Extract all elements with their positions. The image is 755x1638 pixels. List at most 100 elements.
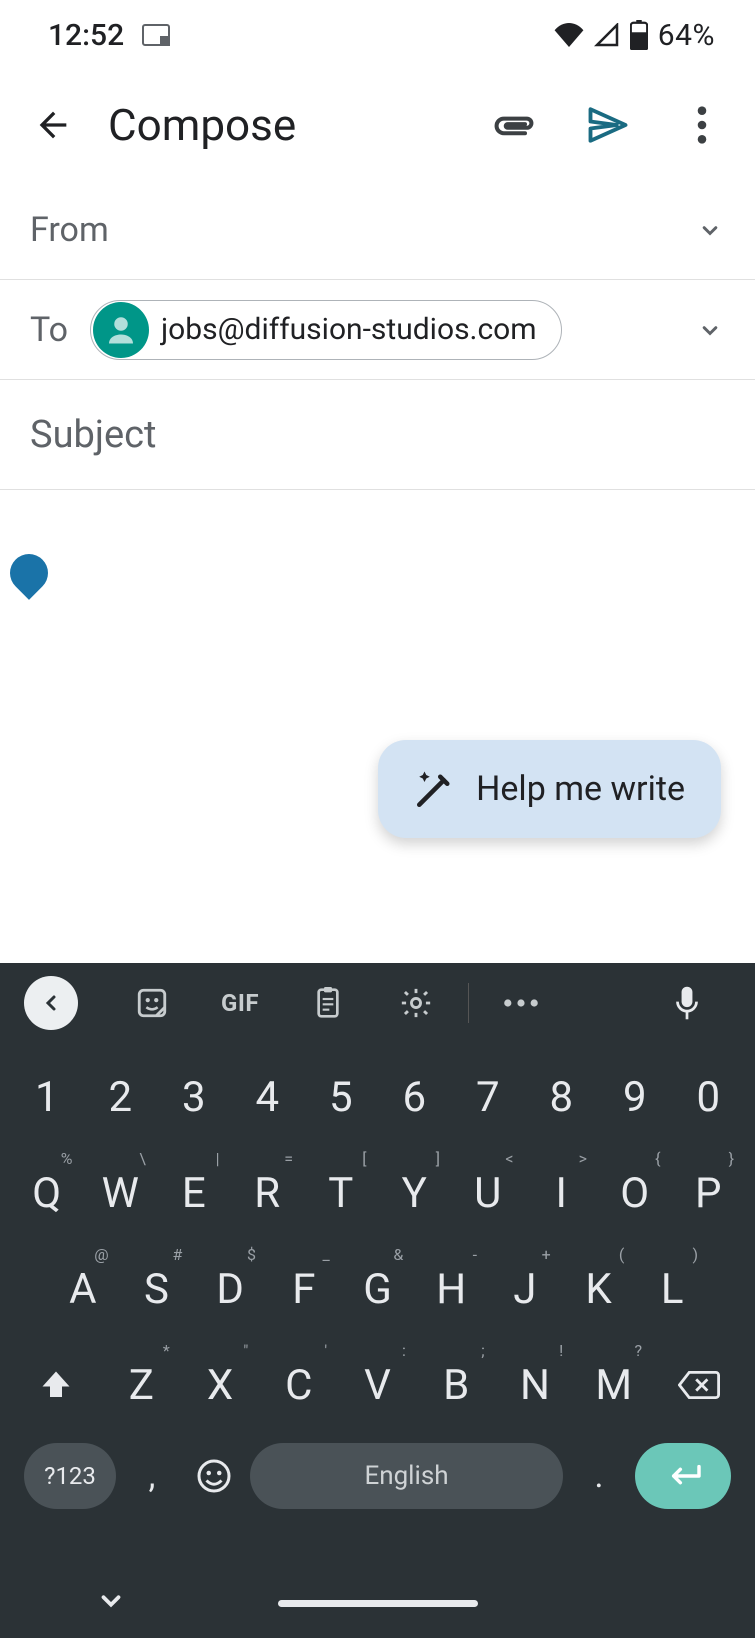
key-n[interactable]: N! bbox=[497, 1337, 574, 1433]
page-title: Compose bbox=[108, 99, 459, 151]
key-l[interactable]: L) bbox=[636, 1241, 708, 1337]
emoji-key[interactable] bbox=[188, 1443, 240, 1509]
key-4[interactable]: 4 bbox=[232, 1049, 304, 1145]
key-x[interactable]: X" bbox=[182, 1337, 259, 1433]
chevron-down-icon bbox=[696, 316, 724, 344]
key-0[interactable]: 0 bbox=[673, 1049, 745, 1145]
key-1[interactable]: 1 bbox=[11, 1049, 83, 1145]
more-horiz-icon bbox=[503, 997, 539, 1009]
space-key[interactable]: English bbox=[250, 1443, 563, 1509]
key-5[interactable]: 5 bbox=[305, 1049, 377, 1145]
key-2[interactable]: 2 bbox=[85, 1049, 157, 1145]
to-label: To bbox=[30, 310, 86, 350]
more-vert-icon bbox=[688, 105, 716, 145]
wifi-icon bbox=[554, 23, 584, 47]
from-expand-button[interactable] bbox=[695, 215, 725, 245]
back-button[interactable] bbox=[28, 100, 78, 150]
key-y[interactable]: Y] bbox=[379, 1145, 451, 1241]
key-i[interactable]: I> bbox=[526, 1145, 598, 1241]
clock-text: 12:52 bbox=[48, 18, 124, 53]
key-f[interactable]: F_ bbox=[268, 1241, 340, 1337]
send-icon bbox=[587, 104, 629, 146]
chevron-down-icon bbox=[696, 216, 724, 244]
to-field-row[interactable]: To jobs@diffusion-studios.com bbox=[0, 280, 755, 380]
cast-icon bbox=[142, 24, 170, 46]
subject-field[interactable]: Subject bbox=[0, 380, 755, 490]
home-indicator[interactable] bbox=[278, 1600, 478, 1607]
keyboard-toolbar: GIF bbox=[0, 963, 755, 1043]
key-p[interactable]: P} bbox=[673, 1145, 745, 1241]
comma-key[interactable]: , bbox=[126, 1443, 178, 1509]
key-6[interactable]: 6 bbox=[379, 1049, 451, 1145]
key-v[interactable]: V: bbox=[339, 1337, 416, 1433]
key-d[interactable]: D$ bbox=[194, 1241, 266, 1337]
shift-icon bbox=[38, 1367, 74, 1403]
keyboard-collapse-button[interactable] bbox=[24, 976, 78, 1030]
on-screen-keyboard: GIF 1 2 3 4 5 6 bbox=[0, 963, 755, 1568]
battery-icon bbox=[630, 20, 648, 50]
period-key[interactable]: . bbox=[573, 1443, 625, 1509]
recipient-chip[interactable]: jobs@diffusion-studios.com bbox=[90, 300, 562, 360]
key-u[interactable]: U< bbox=[452, 1145, 524, 1241]
key-row-bottom: ?123 , English . bbox=[10, 1433, 745, 1513]
help-me-write-button[interactable]: Help me write bbox=[378, 740, 721, 838]
settings-button[interactable] bbox=[372, 976, 460, 1030]
avatar bbox=[93, 302, 149, 358]
key-o[interactable]: O{ bbox=[599, 1145, 671, 1241]
magic-pencil-icon bbox=[414, 768, 456, 810]
system-nav-bar bbox=[0, 1568, 755, 1638]
subject-placeholder: Subject bbox=[30, 413, 725, 457]
separator bbox=[468, 983, 469, 1023]
key-row-asdf: A@ S# D$ F_ G& H- J+ K( L) bbox=[10, 1241, 745, 1337]
attach-button[interactable] bbox=[489, 100, 539, 150]
key-3[interactable]: 3 bbox=[158, 1049, 230, 1145]
send-button[interactable] bbox=[583, 100, 633, 150]
key-e[interactable]: E| bbox=[158, 1145, 230, 1241]
key-r[interactable]: R= bbox=[232, 1145, 304, 1241]
key-j[interactable]: J+ bbox=[489, 1241, 561, 1337]
key-8[interactable]: 8 bbox=[526, 1049, 598, 1145]
key-row-numbers: 1 2 3 4 5 6 7 8 9 0 bbox=[10, 1049, 745, 1145]
battery-percent: 64% bbox=[658, 18, 715, 53]
key-row-qwerty: Q% W\ E| R= T[ Y] U< I> O{ P} bbox=[10, 1145, 745, 1241]
key-m[interactable]: M? bbox=[575, 1337, 652, 1433]
key-w[interactable]: W\ bbox=[85, 1145, 157, 1241]
backspace-icon bbox=[678, 1368, 720, 1402]
recipient-email: jobs@diffusion-studios.com bbox=[161, 312, 537, 347]
status-bar: 12:52 64% bbox=[0, 0, 755, 70]
more-button[interactable] bbox=[477, 976, 565, 1030]
arrow-left-icon bbox=[33, 105, 73, 145]
to-expand-button[interactable] bbox=[695, 315, 725, 345]
paperclip-icon bbox=[492, 103, 536, 147]
chevron-left-icon bbox=[39, 991, 63, 1015]
key-k[interactable]: K( bbox=[563, 1241, 635, 1337]
key-h[interactable]: H- bbox=[415, 1241, 487, 1337]
clipboard-button[interactable] bbox=[284, 976, 372, 1030]
help-me-write-label: Help me write bbox=[476, 769, 685, 809]
symbols-key[interactable]: ?123 bbox=[24, 1443, 116, 1509]
key-g[interactable]: G& bbox=[342, 1241, 414, 1337]
key-b[interactable]: B; bbox=[418, 1337, 495, 1433]
key-z[interactable]: Z* bbox=[103, 1337, 180, 1433]
key-7[interactable]: 7 bbox=[452, 1049, 524, 1145]
email-body-input[interactable]: Help me write bbox=[0, 490, 755, 963]
key-9[interactable]: 9 bbox=[599, 1049, 671, 1145]
more-button[interactable] bbox=[677, 100, 727, 150]
person-icon bbox=[103, 312, 139, 348]
key-q[interactable]: Q% bbox=[11, 1145, 83, 1241]
enter-key[interactable] bbox=[635, 1443, 731, 1509]
key-a[interactable]: A@ bbox=[47, 1241, 119, 1337]
key-c[interactable]: C' bbox=[260, 1337, 337, 1433]
key-s[interactable]: S# bbox=[121, 1241, 193, 1337]
shift-key[interactable] bbox=[10, 1337, 102, 1433]
hide-keyboard-button[interactable] bbox=[96, 1586, 126, 1620]
gif-button[interactable]: GIF bbox=[196, 976, 284, 1030]
clipboard-icon bbox=[312, 985, 344, 1021]
from-field-row[interactable]: From bbox=[0, 180, 755, 280]
text-cursor-handle[interactable] bbox=[2, 546, 56, 600]
voice-input-button[interactable] bbox=[643, 976, 731, 1030]
sticker-button[interactable] bbox=[108, 976, 196, 1030]
backspace-key[interactable] bbox=[653, 1337, 745, 1433]
key-t[interactable]: T[ bbox=[305, 1145, 377, 1241]
microphone-icon bbox=[672, 984, 702, 1022]
